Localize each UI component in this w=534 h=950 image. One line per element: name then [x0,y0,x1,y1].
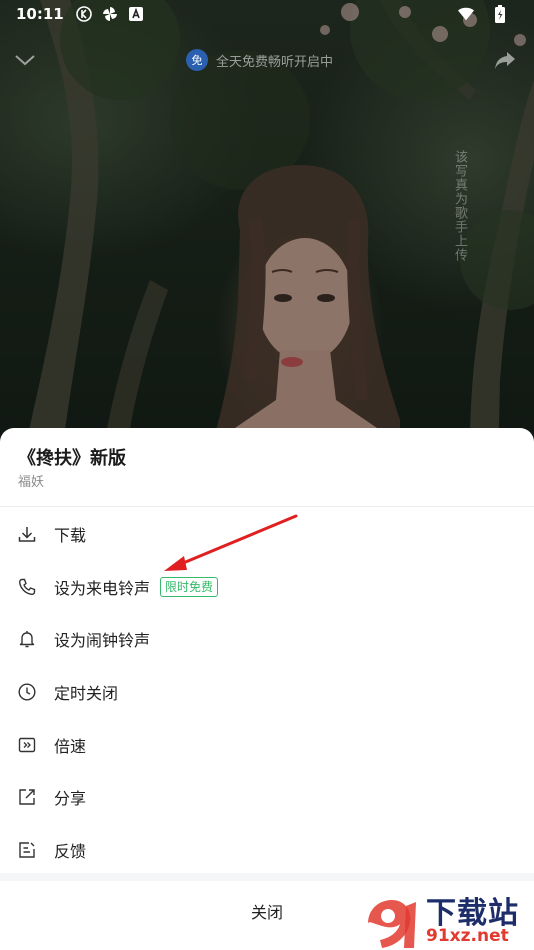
menu-item-feedback[interactable]: 反馈 [0,824,534,877]
more-options-sheet: 《搀扶》新版 福妖 下载 设为来电铃声 限时免费 设为闹钟铃声 定时关闭 倍速 … [0,428,534,950]
battery-icon [492,5,508,23]
divider [0,506,534,507]
download-icon [17,524,37,544]
timer-icon [17,682,37,702]
collapse-chevron-down-icon[interactable] [14,52,36,68]
a-app-icon [128,6,144,22]
watermark-logo-icon [368,900,416,948]
menu-label-alarm: 设为闹钟铃声 [54,631,151,651]
song-title: 《搀扶》新版 [18,448,126,469]
annotation-arrow-icon [150,510,310,584]
free-listening-text: 全天免费畅听开启中 [216,54,334,70]
free-listening-banner[interactable]: 免 全天免费畅听开启中 [186,46,333,74]
menu-label-speed: 倍速 [54,736,87,756]
menu-label-ringtone: 设为来电铃声 [54,578,151,598]
speed-icon [17,735,37,755]
section-separator [0,873,534,881]
menu-item-sleep-timer[interactable]: 定时关闭 [0,666,534,719]
bell-icon [17,629,37,649]
watermark-domain: 91xz.net [426,926,509,946]
menu-label-share: 分享 [54,789,87,809]
menu-item-speed[interactable]: 倍速 [0,718,534,771]
site-watermark: 下载站 91xz.net [362,888,534,950]
phone-icon [17,577,37,597]
status-time: 10:11 [16,5,64,23]
menu-label-sleep-timer: 定时关闭 [54,684,119,704]
share-arrow-icon[interactable] [494,50,516,70]
photo-upload-note: 该写真为歌手上传 [452,150,467,262]
menu-item-share[interactable]: 分享 [0,771,534,824]
k-app-icon [75,6,92,22]
feedback-icon [17,840,37,860]
share-icon [17,787,37,807]
status-bar: 10:11 [0,0,534,28]
wifi-icon [458,6,474,22]
menu-label-download: 下载 [54,526,87,546]
song-artist: 福妖 [18,475,45,490]
free-badge-icon: 免 [186,49,208,71]
pinwheel-icon [102,6,118,22]
menu-label-feedback: 反馈 [54,841,87,861]
menu-item-alarm[interactable]: 设为闹钟铃声 [0,613,534,666]
